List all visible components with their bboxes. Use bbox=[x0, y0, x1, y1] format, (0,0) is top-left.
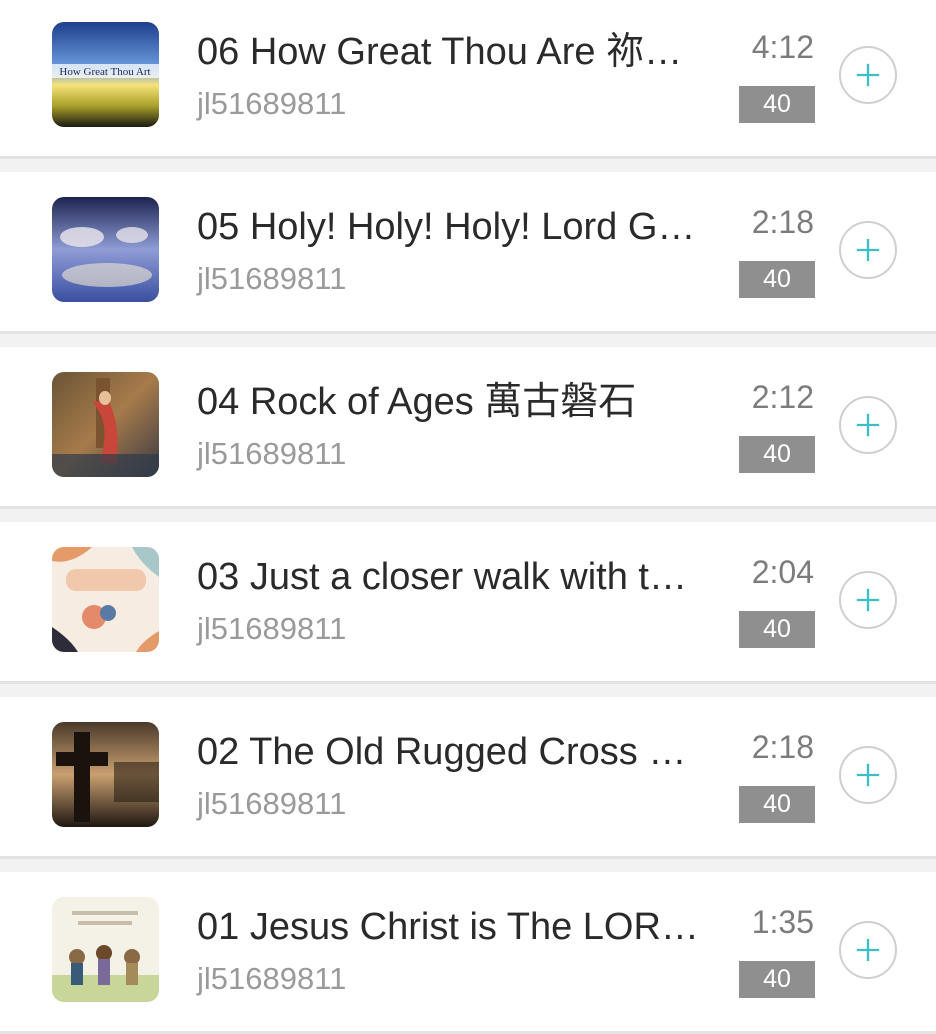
album-thumbnail[interactable] bbox=[52, 547, 159, 652]
song-duration: 2:04 bbox=[751, 554, 814, 590]
song-title[interactable]: 05 Holy! Holy! Holy! Lord G… bbox=[197, 204, 722, 250]
list-item[interactable]: 02 The Old Rugged Cross … jl51689811 2:1… bbox=[0, 697, 936, 859]
song-author: jl51689811 bbox=[197, 436, 347, 471]
add-button[interactable] bbox=[839, 46, 897, 104]
song-duration: 1:35 bbox=[751, 904, 814, 940]
plus-circle-icon bbox=[856, 588, 880, 612]
count-badge: 40 bbox=[739, 261, 815, 298]
list-item[interactable]: 01 Jesus Christ is The LOR… jl51689811 1… bbox=[0, 872, 936, 1034]
song-duration: 2:18 bbox=[751, 204, 814, 240]
add-button[interactable] bbox=[839, 921, 897, 979]
album-thumbnail[interactable] bbox=[52, 372, 159, 477]
list-item[interactable]: 05 Holy! Holy! Holy! Lord G… jl51689811 … bbox=[0, 172, 936, 334]
plus-circle-icon bbox=[856, 238, 880, 262]
plus-circle-icon bbox=[856, 763, 880, 787]
plus-circle-icon bbox=[856, 413, 880, 437]
song-author: jl51689811 bbox=[197, 86, 347, 121]
list-item[interactable]: 03 Just a closer walk with t… jl51689811… bbox=[0, 522, 936, 684]
song-duration: 2:12 bbox=[751, 379, 814, 415]
list-item[interactable]: 04 Rock of Ages 萬古磐石 jl51689811 2:12 40 bbox=[0, 347, 936, 509]
count-badge: 40 bbox=[739, 786, 815, 823]
song-author: jl51689811 bbox=[197, 611, 347, 646]
add-button[interactable] bbox=[839, 221, 897, 279]
count-badge: 40 bbox=[739, 436, 815, 473]
song-duration: 2:18 bbox=[751, 729, 814, 765]
count-badge: 40 bbox=[739, 961, 815, 998]
song-list: How Great Thou Art 06 How Great Thou Are… bbox=[0, 0, 936, 1034]
list-item[interactable]: How Great Thou Art 06 How Great Thou Are… bbox=[0, 0, 936, 159]
add-button[interactable] bbox=[839, 571, 897, 629]
add-button[interactable] bbox=[839, 396, 897, 454]
song-author: jl51689811 bbox=[197, 786, 347, 821]
song-title[interactable]: 03 Just a closer walk with t… bbox=[197, 554, 722, 600]
count-badge: 40 bbox=[739, 611, 815, 648]
add-button[interactable] bbox=[839, 746, 897, 804]
album-thumbnail[interactable]: How Great Thou Art bbox=[52, 22, 159, 127]
song-duration: 4:12 bbox=[751, 29, 814, 65]
song-title[interactable]: 01 Jesus Christ is The LOR… bbox=[197, 904, 722, 950]
album-thumbnail[interactable] bbox=[52, 897, 159, 1002]
song-title[interactable]: 04 Rock of Ages 萬古磐石 bbox=[197, 379, 722, 425]
thumbnail-text: How Great Thou Art bbox=[59, 66, 150, 78]
album-thumbnail[interactable] bbox=[52, 722, 159, 827]
plus-circle-icon bbox=[856, 938, 880, 962]
album-thumbnail[interactable] bbox=[52, 197, 159, 302]
song-title[interactable]: 06 How Great Thou Are 祢… bbox=[197, 29, 722, 75]
song-title[interactable]: 02 The Old Rugged Cross … bbox=[197, 729, 722, 775]
plus-circle-icon bbox=[856, 63, 880, 87]
song-author: jl51689811 bbox=[197, 961, 347, 996]
song-author: jl51689811 bbox=[197, 261, 347, 296]
count-badge: 40 bbox=[739, 86, 815, 123]
